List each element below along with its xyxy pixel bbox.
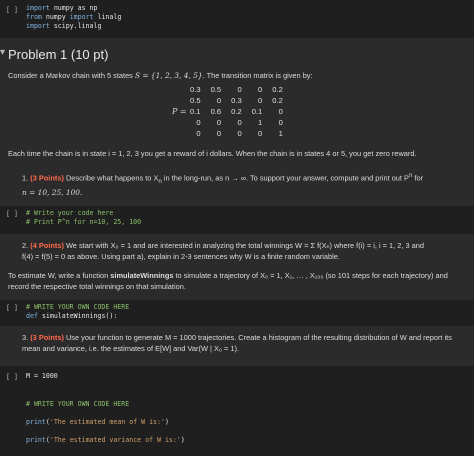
matrix-row: 0 0 0 1 0 [180, 117, 283, 128]
heading-cell: ▾ Problem 1 (10 pt) [0, 38, 474, 68]
matrix-cell: 0 [216, 118, 222, 127]
matrix-cell: 0 [278, 107, 283, 116]
code-editor[interactable]: import numpy as np from numpy import lin… [26, 4, 121, 32]
code-cell-pn[interactable]: [ ] # Write your code here # Print P^n f… [0, 206, 474, 234]
code-line: # WRITE YOUR OWN CODE HERE [26, 399, 130, 408]
q3-text-a: Use your function to generate M = 1000 t… [63, 333, 452, 342]
matrix-cell: 0 [258, 85, 263, 94]
estimate-line2: record the respective total winnings on … [8, 282, 186, 291]
question-2-text: 2. (4 Points) We start with X₀ = 1 and a… [22, 240, 466, 262]
state-set: S = {1, 2, 3, 4, 5} [134, 71, 203, 80]
question-1-text: 1. (3 Points) Describe what happens to X… [22, 172, 424, 197]
code-line: # Print P^n for n=10, 25, 100 [26, 218, 142, 227]
question-1-cell: 1. (3 Points) Describe what happens to X… [0, 168, 474, 202]
matrix-cell: 0 [216, 129, 222, 138]
matrix-cell: 0 [237, 118, 242, 127]
code-cell-simulate[interactable]: [ ] # WRITE YOUR OWN CODE HERE def simul… [0, 300, 474, 326]
points-badge: (3 Points) [30, 173, 64, 183]
intro-text: Consider a Markov chain with 5 states S … [8, 70, 466, 81]
question-number: 1. [22, 173, 29, 183]
estimate-text-a: To estimate W, write a function [8, 271, 111, 280]
cell-prompt: [ ] [6, 210, 18, 218]
code-cell-imports[interactable]: [ ] import numpy as np from numpy import… [0, 0, 474, 38]
matrix-cell: 0.5 [210, 85, 222, 94]
collapse-toggle-icon[interactable]: ▾ [0, 47, 5, 58]
q1-line2: n = 10, 25, 100. [22, 187, 83, 197]
intro-cell: Consider a Markov chain with 5 states S … [0, 68, 474, 160]
estimate-text: To estimate W, write a function simulate… [8, 270, 466, 292]
matrix-cell: 0.6 [210, 107, 222, 116]
intro-text-a: Consider a Markov chain with 5 states [8, 71, 135, 80]
matrix-cell: 0.1 [251, 107, 263, 116]
transition-matrix: 0.3 0.5 0 0 0.2 0.5 0 0.3 0 0.2 0.1 0.6 0.2 0.1 0 0 0 0 1 0… [180, 84, 283, 139]
question-3-cell: 3. (3 Points) Use your function to gener… [0, 330, 474, 360]
q2-text-a: We start with X₀ = 1 and are interested … [63, 241, 424, 250]
code-line: numpy as np [53, 4, 98, 12]
matrix-cell: 0.2 [272, 85, 283, 94]
matrix-cell: 1 [278, 129, 283, 138]
estimate-cell: To estimate W, write a function simulate… [0, 268, 474, 296]
code-line: # WRITE YOUR OWN CODE HERE [26, 303, 130, 311]
points-badge: (3 Points) [30, 333, 64, 342]
estimate-text-b: to simulate a trajectory of X₀ = 1, X₁, … [173, 271, 448, 280]
matrix-cell: 0.5 [190, 96, 201, 105]
code-editor[interactable]: # Write your code here # Print P^n for n… [26, 209, 141, 227]
function-name: simulateWinnings [110, 271, 174, 280]
matrix-cell: 0 [237, 129, 242, 138]
matrix-cell: 0.2 [231, 107, 242, 116]
q3-line2: mean and variance, i.e. the estimates of… [22, 344, 240, 353]
question-number: 2. [22, 241, 29, 250]
matrix-row: 0.3 0.5 0 0 0.2 [180, 84, 283, 95]
q1-text-c: for [412, 173, 424, 183]
matrix-cell: 0.3 [231, 96, 242, 105]
q1-text-a: Describe what happens to X [63, 173, 159, 183]
matrix-cell: 0 [278, 118, 283, 127]
matrix-cell: 0 [258, 129, 263, 138]
cell-prompt: [ ] [6, 373, 18, 381]
code-line: simulateWinnings(): [41, 312, 118, 321]
question-number: 3. [22, 333, 29, 342]
matrix-cell: 0 [258, 96, 263, 105]
matrix-cell: 0.1 [190, 107, 201, 116]
matrix-row: 0 0 0 0 1 [180, 128, 283, 139]
code-line: M = 1000 [26, 372, 58, 380]
matrix-cell: 0 [237, 85, 242, 94]
intro-text-b: . The transition matrix is given by: [202, 71, 313, 80]
cell-prompt: [ ] [6, 6, 18, 14]
cell-prompt: [ ] [6, 304, 18, 312]
problem-title: Problem 1 (10 pt) [8, 47, 109, 62]
matrix-cell: 1 [258, 118, 263, 127]
q1-text-b: in the long-run, as n → ∞. To support yo… [161, 173, 409, 183]
matrix-row: 0.5 0 0.3 0 0.2 [180, 95, 283, 106]
code-cell-histogram[interactable]: [ ] M = 1000 # WRITE YOUR OWN CODE HERE … [0, 366, 474, 456]
matrix-cell: 0 [196, 118, 201, 127]
reward-text: Each time the chain is in state i = 1, 2… [8, 149, 417, 158]
q2-line2: f(4) = f(5) = 0 as above. Using part a),… [22, 252, 340, 261]
code-editor[interactable]: # WRITE YOUR OWN CODE HERE def simulateW… [26, 303, 129, 321]
code-editor[interactable]: M = 1000 # WRITE YOUR OWN CODE HERE prin… [26, 372, 185, 446]
matrix-cell: 0 [196, 129, 201, 138]
matrix-row: 0.1 0.6 0.2 0.1 0 [180, 106, 283, 117]
code-line: # Write your code here [26, 209, 114, 217]
question-3-text: 3. (3 Points) Use your function to gener… [22, 332, 466, 354]
points-badge: (4 Points) [30, 241, 64, 250]
matrix-cell: 0.3 [190, 85, 201, 94]
question-2-cell: 2. (4 Points) We start with X₀ = 1 and a… [0, 238, 474, 268]
matrix-cell: 0.2 [272, 96, 283, 105]
matrix-cell: 0 [216, 96, 222, 105]
